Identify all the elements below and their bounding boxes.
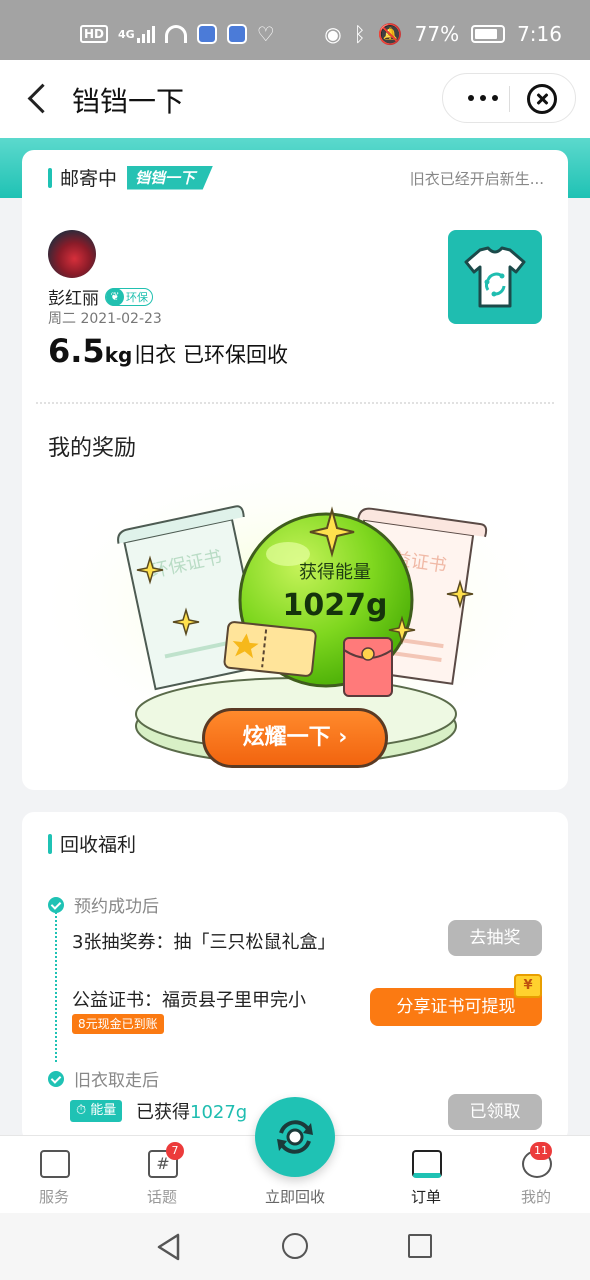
benefits-title: 回收福利 [60, 834, 137, 856]
bluetooth-icon: ᛒ [353, 22, 366, 46]
energy-chip: ⏱ 能量 [70, 1100, 123, 1122]
system-home-icon[interactable] [282, 1233, 308, 1259]
order-date: 周二 2021-02-23 [48, 311, 162, 327]
nav-service[interactable]: 服务 [4, 1136, 104, 1214]
nav-mine[interactable]: 11 我的 [486, 1136, 586, 1214]
battery-percent: 77% [414, 22, 460, 46]
brand-tag: 铛铛一下 [127, 165, 214, 190]
energy-value: 1027g [282, 588, 388, 623]
show-off-button[interactable]: 炫耀一下 › [202, 708, 388, 768]
back-arrow-icon[interactable] [22, 82, 54, 116]
miniapp-capsule [442, 73, 576, 123]
obtained-prefix: 已获得 [136, 1102, 190, 1123]
cash-arrived-tag: 8元现金已到账 [72, 1014, 164, 1034]
page-title: 铛铛一下 [72, 85, 185, 118]
eco-badge-text: 环保 [126, 290, 148, 304]
mail-section-head: 邮寄中 铛铛一下 [48, 164, 214, 191]
system-nav-bar [0, 1213, 590, 1280]
status-bar: HD 4G ♡ ◉ ᛒ 🔕 77% 7:16 [0, 0, 590, 60]
signal-icon [136, 25, 155, 43]
energy-obtained: 已获得1027g [136, 1098, 247, 1124]
check-circle-icon [48, 1070, 64, 1087]
energy-chip-label: 能量 [90, 1103, 117, 1118]
step-label: 旧衣取走后 [74, 1071, 159, 1091]
reward-illustration: 环保证书 公益证书 获得能量 1027g 炫耀一下 › [32, 470, 558, 770]
capsule-divider [509, 86, 510, 112]
step-booking: 预约成功后 [48, 892, 159, 917]
certificate-text: 公益证书：福贡县子里甲完小 [72, 990, 306, 1011]
title-bar: 铛铛一下 [0, 60, 590, 138]
more-options-icon[interactable] [463, 86, 503, 110]
timeline-line [55, 912, 57, 1062]
system-back-icon[interactable] [156, 1233, 182, 1261]
network-gen-text: 4G [118, 27, 135, 41]
clock: 7:16 [517, 22, 562, 46]
weight-value: 6.5 [48, 332, 105, 370]
username: 彭红丽 [48, 289, 99, 309]
weight-description: 旧衣 已环保回收 [134, 343, 288, 367]
recycle-hint[interactable]: 旧衣已经开启新生... [410, 168, 544, 189]
section-accent-bar [48, 833, 52, 854]
recycle-icon [277, 1120, 313, 1154]
status-left: HD 4G ♡ [80, 22, 275, 46]
nav-service-label: 服务 [38, 1188, 69, 1206]
leaf-icon: ❦ [106, 287, 124, 306]
bookmark-icon [40, 1150, 70, 1178]
health-icon: ♡ [256, 22, 275, 46]
network-hd-badge: HD [80, 25, 109, 43]
close-miniapp-icon[interactable] [527, 84, 557, 114]
card-divider [36, 402, 554, 404]
recycle-now-button[interactable] [255, 1097, 335, 1177]
step-pickup: 旧衣取走后 [48, 1066, 159, 1091]
nav-topics[interactable]: # 7 话题 [112, 1136, 212, 1214]
mute-bell-icon: 🔕 [377, 22, 403, 46]
app-notification-icon [196, 24, 217, 44]
obtained-value: 1027g [190, 1102, 248, 1123]
lottery-text: 3张抽奖券：抽「三只松鼠礼盒」 [72, 932, 336, 953]
benefits-section-head: 回收福利 [48, 830, 136, 857]
draw-lottery-button[interactable]: 去抽奖 [448, 920, 542, 956]
weight-summary: 6.5 kg 旧衣 已环保回收 [48, 332, 288, 370]
wifi-icon [164, 25, 187, 43]
step-label: 预约成功后 [74, 897, 159, 917]
benefits-card: 回收福利 预约成功后 3张抽奖券：抽「三只松鼠礼盒」 去抽奖 公益证书：福贡县子… [22, 812, 568, 1142]
mail-card: 邮寄中 铛铛一下 旧衣已经开启新生... 彭红丽 ❦ 环保 周二 2021-02… [22, 150, 568, 790]
recycle-now-label: 立即回收 [264, 1188, 325, 1206]
mail-status-label: 邮寄中 [60, 168, 118, 190]
cash-ticket-icon: ¥ [514, 974, 542, 998]
eco-badge: ❦ 环保 [105, 287, 153, 306]
topics-badge: 7 [166, 1142, 184, 1160]
section-accent-bar [48, 167, 52, 188]
energy-label: 获得能量 [299, 562, 371, 583]
mine-badge: 11 [530, 1142, 552, 1160]
rewards-title: 我的奖励 [48, 436, 137, 461]
user-row: 彭红丽 ❦ 环保 [48, 284, 153, 309]
system-recents-icon[interactable] [408, 1234, 432, 1258]
avatar [48, 230, 96, 278]
recycle-shirt-icon [448, 230, 542, 324]
nav-orders[interactable]: 订单 [376, 1136, 476, 1214]
nav-orders-label: 订单 [410, 1188, 441, 1206]
orders-icon [412, 1150, 442, 1178]
eye-icon: ◉ [324, 22, 342, 46]
nav-mine-label: 我的 [520, 1188, 551, 1206]
nav-topics-label: 话题 [146, 1188, 177, 1206]
battery-icon [471, 25, 506, 43]
check-circle-icon [48, 896, 64, 913]
claimed-button[interactable]: 已领取 [448, 1094, 542, 1130]
app-notification-icon-2 [226, 24, 247, 44]
weight-unit: kg [104, 343, 133, 367]
status-right: ◉ ᛒ 🔕 77% 7:16 [324, 22, 562, 46]
